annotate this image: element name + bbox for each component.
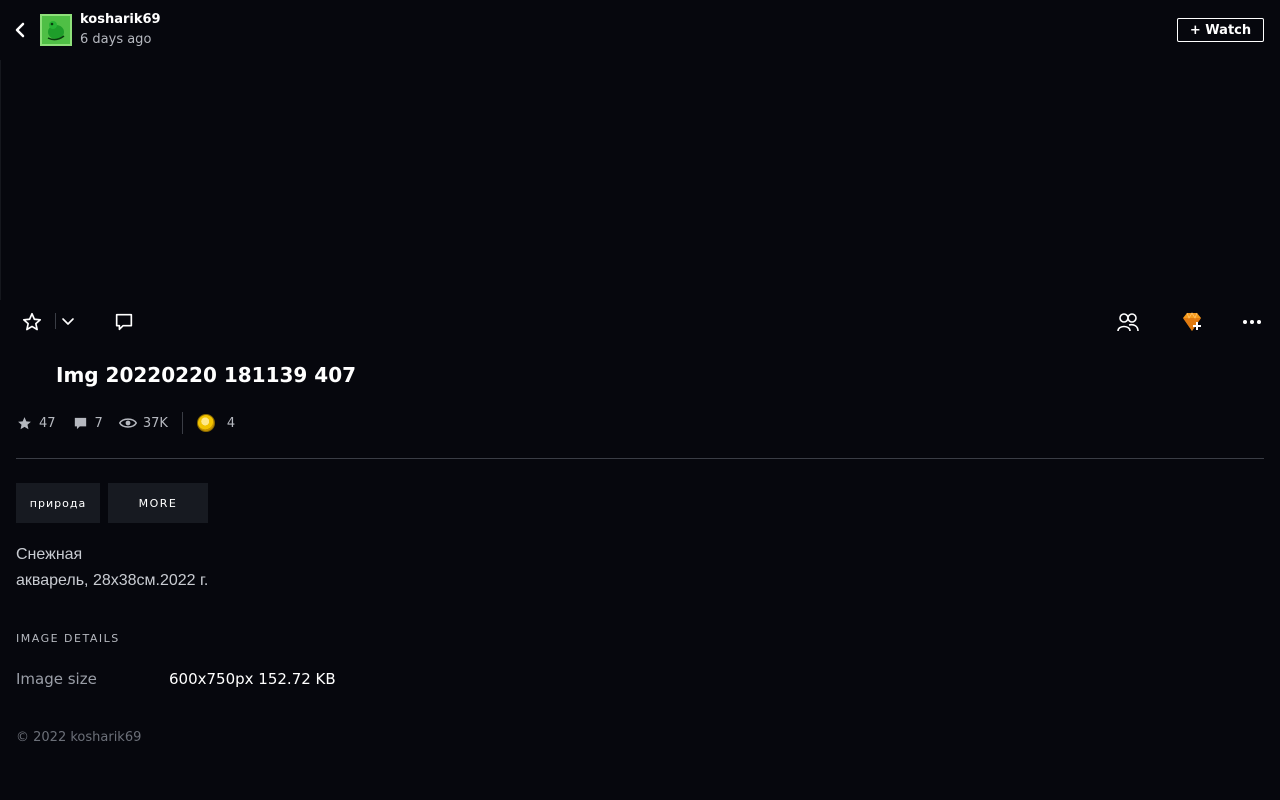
more-tags-button[interactable]: MORE [108,483,208,523]
avatar[interactable] [40,14,72,46]
group-icon [1117,313,1139,332]
eye-icon [118,418,137,428]
top-bar: kosharik69 6 days ago + Watch [0,0,1280,60]
favourite-divider [55,313,56,329]
image-size-label: Image size [16,670,97,688]
stats-divider [181,412,183,434]
give-badge-button[interactable] [1180,310,1204,334]
favourite-dropdown-button[interactable] [60,313,76,329]
comments-stat: 7 [72,415,103,432]
copyright-text: © 2022 kosharik69 [16,730,142,745]
coin-icon [196,414,215,432]
deviation-description: Снежная акварель, 28х38см.2022 г. [16,542,208,594]
star-icon [18,416,31,429]
author-username[interactable]: kosharik69 [80,12,161,27]
views-count: 37K [142,415,168,431]
action-bar [0,300,1280,344]
views-stat: 37K [118,415,168,431]
deviation-image-area[interactable] [0,60,1280,300]
comment-icon [115,313,133,331]
back-button[interactable] [10,20,30,40]
description-line: акварель, 28х38см.2022 г. [16,572,209,589]
ellipsis-icon [1243,320,1261,324]
published-time: 6 days ago [80,32,152,47]
image-details-heading: IMAGE DETAILS [16,632,120,645]
deviation-title: Img 20220220 181139 407 [56,363,357,387]
share-to-group-button[interactable] [1116,310,1140,334]
chevron-down-icon [62,318,74,325]
more-options-button[interactable] [1240,310,1264,334]
chevron-left-icon [15,22,25,38]
tag-chip[interactable]: природа [16,483,100,523]
gem-icon [1183,312,1201,331]
star-icon [22,312,42,331]
section-divider [16,458,1264,459]
watch-button[interactable]: + Watch [1177,18,1264,42]
favourite-button[interactable] [20,310,44,334]
image-size-value: 600x750px 152.72 KB [169,670,336,688]
favourites-count: 47 [39,415,56,431]
comment-button[interactable] [112,310,136,334]
comments-count: 7 [94,415,103,431]
avatar-image-icon [42,16,70,44]
favourites-stat: 47 [16,415,56,432]
description-line: Снежная [16,546,83,563]
deviation-stats: 47 7 37K 4 [16,411,235,435]
coins-count: 4 [226,415,236,431]
comment-icon [74,417,86,429]
